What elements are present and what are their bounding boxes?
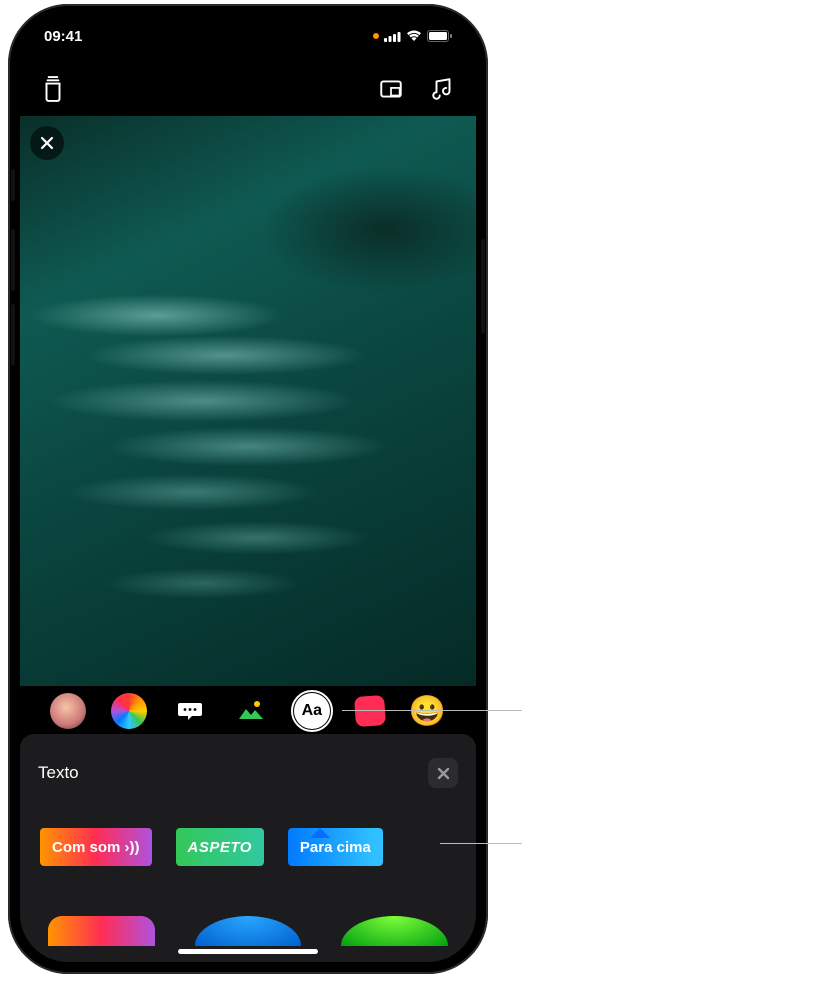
effect-emoji-button[interactable]: 😀 — [409, 693, 445, 729]
callout-line — [440, 843, 522, 844]
close-icon — [437, 767, 450, 780]
effect-shapes-button[interactable] — [354, 695, 386, 727]
phone-frame: 09:41 — [8, 4, 488, 974]
side-button — [481, 239, 485, 334]
effect-memoji-button[interactable] — [50, 693, 86, 729]
status-time: 09:41 — [44, 28, 82, 45]
effect-stickers-button[interactable] — [233, 693, 269, 729]
text-style-preview[interactable] — [341, 916, 448, 946]
battery-icon — [427, 30, 452, 42]
text-style-preview[interactable] — [195, 916, 302, 946]
landscape-icon — [237, 697, 265, 725]
panel-title: Texto — [38, 763, 79, 783]
text-style-label: Para cima — [300, 839, 371, 856]
effect-filters-button[interactable] — [111, 693, 147, 729]
effect-text-button[interactable]: Aa — [294, 693, 330, 729]
volume-down-button — [11, 304, 15, 366]
text-style-label: ASPETO — [188, 839, 252, 856]
screen: 09:41 — [20, 16, 476, 962]
text-panel: Texto Com som ›)) ASPETO Para cima — [20, 734, 476, 962]
home-indicator[interactable] — [178, 949, 318, 954]
speech-bubble-icon — [176, 697, 204, 725]
mic-indicator-icon — [373, 33, 379, 39]
callout-line — [342, 710, 522, 711]
text-style-aspeto[interactable]: ASPETO — [176, 828, 264, 866]
effects-row: Aa 😀 — [20, 688, 476, 734]
volume-up-button — [11, 229, 15, 291]
wifi-icon — [406, 30, 422, 42]
music-icon[interactable] — [430, 76, 456, 102]
effect-livetitles-button[interactable] — [172, 693, 208, 729]
notch — [153, 16, 343, 44]
clips-library-icon[interactable] — [40, 76, 66, 102]
text-style-preview[interactable] — [48, 916, 155, 946]
mute-switch — [11, 169, 15, 201]
close-icon — [40, 136, 54, 150]
panel-header: Texto — [20, 752, 476, 794]
text-style-label: Com som ›)) — [52, 839, 140, 856]
close-button[interactable] — [30, 126, 64, 160]
cellular-icon — [384, 31, 401, 42]
top-toolbar — [20, 64, 476, 114]
panel-close-button[interactable] — [428, 758, 458, 788]
status-right — [373, 30, 452, 42]
text-styles-row[interactable]: Com som ›)) ASPETO Para cima — [20, 794, 476, 866]
text-style-paracima[interactable]: Para cima — [288, 828, 383, 866]
selection-ring-icon — [291, 690, 333, 732]
video-preview[interactable] — [20, 116, 476, 686]
text-styles-row-2[interactable] — [20, 866, 476, 946]
aspect-ratio-icon[interactable] — [378, 76, 404, 102]
text-style-comsom[interactable]: Com som ›)) — [40, 828, 152, 866]
